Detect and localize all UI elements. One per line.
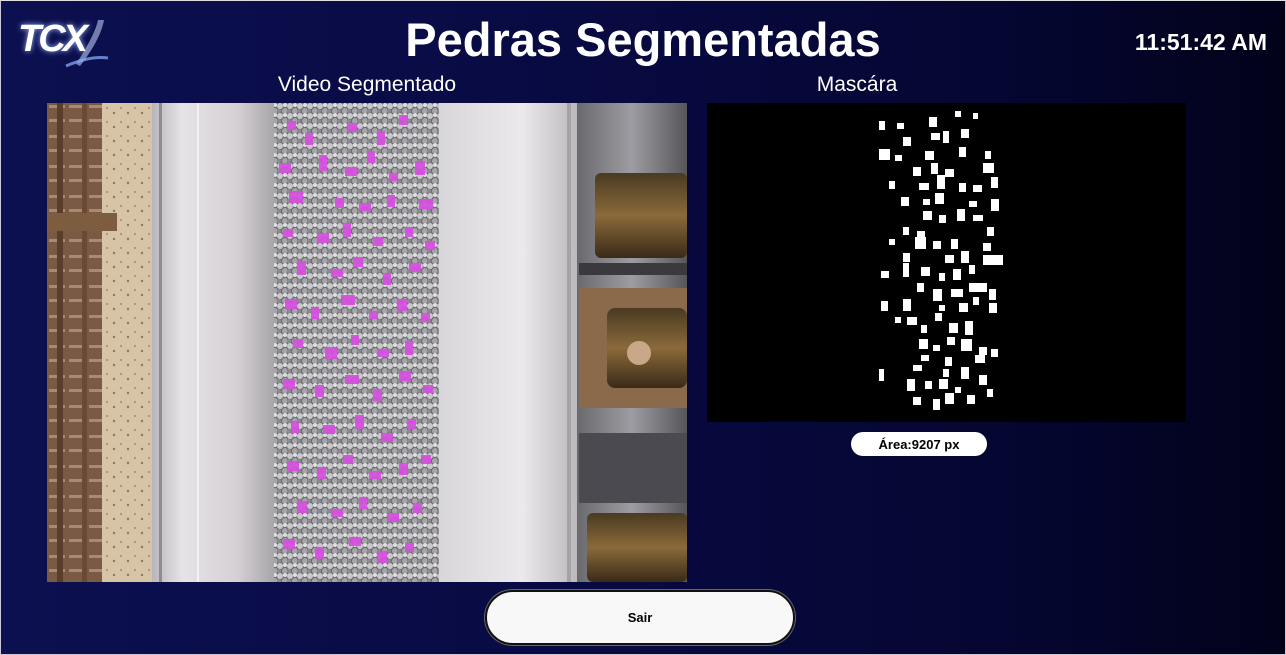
video-panel-label: Video Segmentado <box>277 73 457 96</box>
video-frame-image <box>47 103 687 582</box>
clock: 11:51:42 AM <box>1134 29 1267 55</box>
mask-panel-label: Mascára <box>816 73 898 96</box>
page-title: Pedras Segmentadas <box>405 13 881 66</box>
mask-blobs <box>879 111 1003 410</box>
segmented-video-feed <box>47 103 687 582</box>
area-badge: Área:9207 px <box>851 432 987 456</box>
exit-button[interactable]: Sair <box>485 590 795 645</box>
mask-image <box>879 111 1003 410</box>
mask-view <box>707 103 1186 422</box>
